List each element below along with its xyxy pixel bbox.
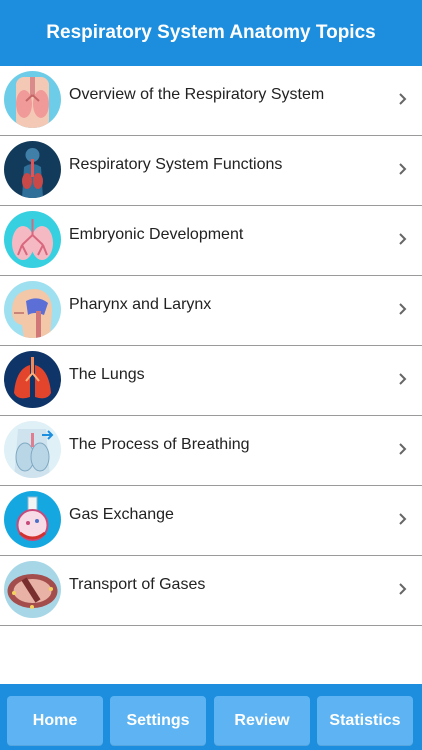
lungs-torso-icon [4,71,61,128]
red-lungs-icon [4,351,61,408]
chevron-right-icon [398,302,408,316]
topic-row-overview[interactable]: Overview of the Respiratory System [0,66,422,136]
topic-label: Respiratory System Functions [69,156,283,173]
head-profile-icon [4,281,61,338]
chevron-right-icon [398,92,408,106]
tab-home[interactable]: Home [7,696,103,746]
topic-row-embryonic[interactable]: Embryonic Development [0,206,422,276]
bottom-tab-bar: Home Settings Review Statistics [0,684,422,750]
topic-row-pharynx[interactable]: Pharynx and Larynx [0,276,422,346]
topic-label: Embryonic Development [69,226,244,243]
tab-settings[interactable]: Settings [110,696,206,746]
bronchial-tree-icon [4,211,61,268]
topic-label: Pharynx and Larynx [69,296,212,313]
chevron-right-icon [398,582,408,596]
topic-label: Gas Exchange [69,506,174,523]
topic-list: Overview of the Respiratory System Respi… [0,66,422,626]
topic-label: The Lungs [69,366,145,383]
chevron-right-icon [398,372,408,386]
topic-label: Overview of the Respiratory System [69,86,325,103]
chevron-right-icon [398,442,408,456]
topic-row-functions[interactable]: Respiratory System Functions [0,136,422,206]
alveolus-flask-icon [4,491,61,548]
app-header: Respiratory System Anatomy Topics [0,0,422,66]
topic-label: The Process of Breathing [69,436,250,453]
chevron-right-icon [398,512,408,526]
airway-body-icon [4,141,61,198]
page-title: Respiratory System Anatomy Topics [46,22,376,43]
breathing-lungs-icon [4,421,61,478]
topic-row-gas-exchange[interactable]: Gas Exchange [0,486,422,556]
chevron-right-icon [398,232,408,246]
capillary-icon [4,561,61,618]
topic-row-breathing[interactable]: The Process of Breathing [0,416,422,486]
topic-row-transport[interactable]: Transport of Gases [0,556,422,626]
tab-review[interactable]: Review [214,696,310,746]
tab-statistics[interactable]: Statistics [317,696,413,746]
chevron-right-icon [398,162,408,176]
topic-label: Transport of Gases [69,576,206,593]
topic-row-lungs[interactable]: The Lungs [0,346,422,416]
